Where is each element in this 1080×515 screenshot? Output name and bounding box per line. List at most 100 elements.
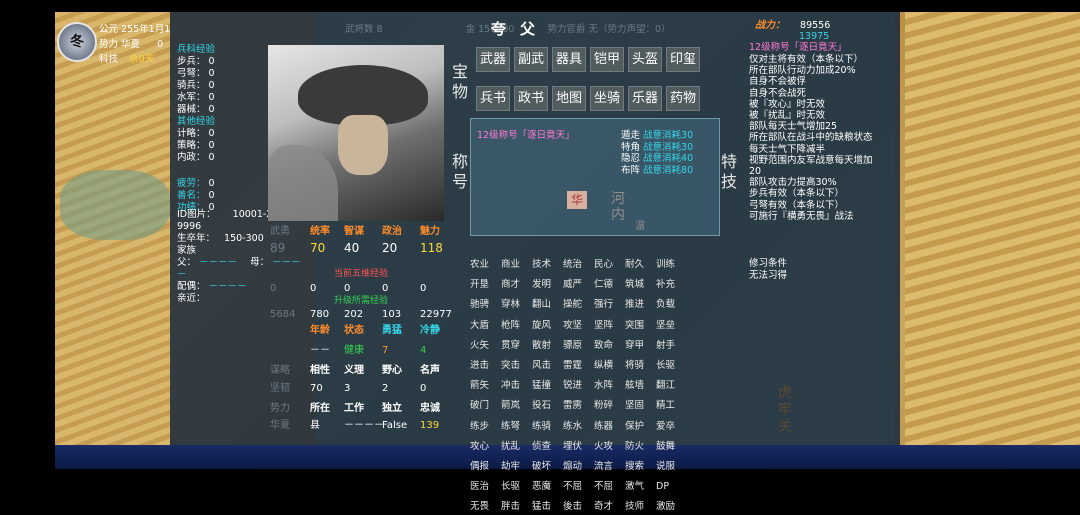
skill-item[interactable]: 奇才: [594, 500, 625, 514]
skill-item[interactable]: 箭矢: [470, 379, 501, 393]
treasure-military-book-tab[interactable]: 兵书: [476, 86, 510, 111]
skill-item[interactable]: 扰乱: [501, 440, 532, 454]
treasure-map-tab[interactable]: 地图: [552, 86, 586, 111]
skill-item[interactable]: 风击: [532, 359, 563, 373]
skill-item[interactable]: 统治: [563, 258, 594, 272]
skill-item[interactable]: 突击: [501, 359, 532, 373]
skill-item[interactable]: 旋风: [532, 319, 563, 333]
skill-item[interactable]: 技师: [625, 500, 656, 514]
skill-item[interactable]: 突围: [625, 319, 656, 333]
skill-item[interactable]: 推进: [625, 298, 656, 312]
skill-item[interactable]: 枪阵: [501, 319, 532, 333]
skill-item[interactable]: 散射: [532, 339, 563, 353]
skill-item[interactable]: 骠原: [563, 339, 594, 353]
skill-item[interactable]: 练器: [594, 420, 625, 434]
skill-item[interactable]: 劫牢: [501, 460, 532, 474]
skill-item[interactable]: 贯穿: [501, 339, 532, 353]
skill-item[interactable]: 仁德: [594, 278, 625, 292]
skill-item[interactable]: 说服: [656, 460, 687, 474]
skill-item[interactable]: 穿甲: [625, 339, 656, 353]
skill-item[interactable]: 穿林: [501, 298, 532, 312]
skill-item[interactable]: 防火: [625, 440, 656, 454]
skill-item[interactable]: 训练: [656, 258, 687, 272]
skill-item[interactable]: 翻江: [656, 379, 687, 393]
skill-item[interactable]: 无畏: [470, 500, 501, 514]
skill-item[interactable]: 攻坚: [563, 319, 594, 333]
skill-item[interactable]: 坚固: [625, 399, 656, 413]
skill-item[interactable]: 农业: [470, 258, 501, 272]
skill-item[interactable]: 商才: [501, 278, 532, 292]
skill-item[interactable]: 火矢: [470, 339, 501, 353]
skill-item[interactable]: 练步: [470, 420, 501, 434]
skill-item[interactable]: 驰骋: [470, 298, 501, 312]
skill-item[interactable]: 纵横: [594, 359, 625, 373]
skill-item[interactable]: 不屈: [594, 480, 625, 494]
skill-item[interactable]: 胖击: [501, 500, 532, 514]
skill-item[interactable]: 练水: [563, 420, 594, 434]
skill-item[interactable]: 激励: [656, 500, 687, 514]
skill-item[interactable]: 练弩: [501, 420, 532, 434]
skill-item[interactable]: 保护: [625, 420, 656, 434]
skill-item[interactable]: 恶魔: [532, 480, 563, 494]
skill-item[interactable]: 投石: [532, 399, 563, 413]
skill-item[interactable]: 致命: [594, 339, 625, 353]
skill-item[interactable]: DP: [656, 480, 687, 494]
skill-item[interactable]: 长驱: [656, 359, 687, 373]
skill-item[interactable]: 练骑: [532, 420, 563, 434]
skill-item[interactable]: 长驱: [501, 480, 532, 494]
skill-item[interactable]: 埋伏: [563, 440, 594, 454]
skill-item[interactable]: 破门: [470, 399, 501, 413]
skill-item[interactable]: 坚阵: [594, 319, 625, 333]
skill-item[interactable]: 技术: [532, 258, 563, 272]
title-name[interactable]: 12级称号「逐日竟天」: [477, 130, 575, 142]
skill-item[interactable]: 医治: [470, 480, 501, 494]
treasure-instrument-tab[interactable]: 乐器: [628, 86, 662, 111]
skill-item[interactable]: 破坏: [532, 460, 563, 474]
skill-item[interactable]: 射手: [656, 339, 687, 353]
season-badge[interactable]: 冬: [57, 22, 97, 62]
skill-item[interactable]: 筑城: [625, 278, 656, 292]
skill-item[interactable]: 猛击: [532, 500, 563, 514]
skill-item[interactable]: 後击: [563, 500, 594, 514]
skill-item[interactable]: 粉碎: [594, 399, 625, 413]
skill-item[interactable]: 鼓舞: [656, 440, 687, 454]
skill-item[interactable]: 将骑: [625, 359, 656, 373]
skill-item[interactable]: 爱卒: [656, 420, 687, 434]
skill-item[interactable]: 翻山: [532, 298, 563, 312]
skill-item[interactable]: 猛撞: [532, 379, 563, 393]
treasure-politics-book-tab[interactable]: 政书: [514, 86, 548, 111]
skill-item[interactable]: 攻心: [470, 440, 501, 454]
treasure-helmet-tab[interactable]: 头盔: [628, 47, 662, 72]
skill-item[interactable]: 箭岚: [501, 399, 532, 413]
skill-item[interactable]: 开垦: [470, 278, 501, 292]
skill-item[interactable]: 操舵: [563, 298, 594, 312]
treasure-mount-tab[interactable]: 坐骑: [590, 86, 624, 111]
skill-item[interactable]: 搜索: [625, 460, 656, 474]
skill-item[interactable]: 煽动: [563, 460, 594, 474]
skill-item[interactable]: 冲击: [501, 379, 532, 393]
treasure-subweapon-tab[interactable]: 副武: [514, 47, 548, 72]
skill-item[interactable]: 补充: [656, 278, 687, 292]
skill-item[interactable]: 威严: [563, 278, 594, 292]
skill-item[interactable]: 火攻: [594, 440, 625, 454]
skill-item[interactable]: 坚垒: [656, 319, 687, 333]
skill-item[interactable]: 精工: [656, 399, 687, 413]
skill-item[interactable]: 负载: [656, 298, 687, 312]
skill-item[interactable]: 进击: [470, 359, 501, 373]
skill-item[interactable]: 激气: [625, 480, 656, 494]
skill-item[interactable]: 商业: [501, 258, 532, 272]
skill-item[interactable]: 雷雳: [563, 399, 594, 413]
skill-item[interactable]: 流言: [594, 460, 625, 474]
skill-item[interactable]: 大盾: [470, 319, 501, 333]
skill-item[interactable]: 强行: [594, 298, 625, 312]
skill-item[interactable]: 雷霆: [563, 359, 594, 373]
map-city-hulao[interactable]: 虎牢关: [778, 385, 794, 436]
treasure-armor-tab[interactable]: 铠甲: [590, 47, 624, 72]
skill-item[interactable]: 锐进: [563, 379, 594, 393]
skill-item[interactable]: 舷墙: [625, 379, 656, 393]
treasure-tool-tab[interactable]: 器具: [552, 47, 586, 72]
skill-item[interactable]: 偶报: [470, 460, 501, 474]
skill-item[interactable]: 水阵: [594, 379, 625, 393]
skill-item[interactable]: 民心: [594, 258, 625, 272]
skill-item[interactable]: 侦查: [532, 440, 563, 454]
